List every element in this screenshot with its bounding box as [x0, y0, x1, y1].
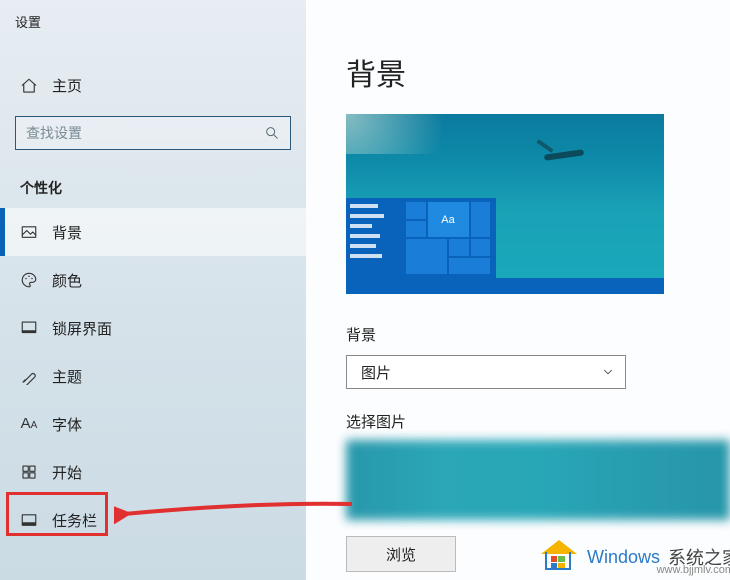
- choose-picture-label: 选择图片: [346, 411, 730, 432]
- background-label: 背景: [346, 324, 730, 345]
- preview-aa-tile: Aa: [428, 202, 469, 237]
- sidebar-item-label: 主题: [52, 366, 82, 387]
- sidebar-item-label: 背景: [52, 222, 82, 243]
- dropdown-value: 图片: [361, 362, 391, 383]
- taskbar-icon: [20, 511, 38, 529]
- home-label: 主页: [52, 75, 82, 96]
- sidebar-item-label: 开始: [52, 462, 82, 483]
- sidebar-item-lockscreen[interactable]: 锁屏界面: [0, 304, 306, 352]
- section-label: 个性化: [20, 178, 306, 198]
- sidebar-item-start[interactable]: 开始: [0, 448, 306, 496]
- sidebar-item-colors[interactable]: 颜色: [0, 256, 306, 304]
- main-pane: 背景 Aa 背景 图片 选择图片 浏览: [306, 0, 730, 580]
- chevron-down-icon: [601, 365, 615, 379]
- home-nav[interactable]: 主页: [0, 65, 306, 106]
- font-icon: AA: [20, 415, 38, 433]
- settings-sidebar: 设置 主页 个性化 背景 颜色 锁屏界面: [0, 0, 306, 580]
- start-icon: [20, 463, 38, 481]
- theme-icon: [20, 367, 38, 385]
- sidebar-item-fonts[interactable]: AA 字体: [0, 400, 306, 448]
- preview-taskbar: Aa: [346, 198, 664, 294]
- sidebar-item-label: 锁屏界面: [52, 318, 112, 339]
- picture-thumbnails[interactable]: [346, 440, 730, 520]
- window-title: 设置: [0, 10, 306, 31]
- background-preview: Aa: [346, 114, 664, 294]
- search-input[interactable]: [26, 125, 264, 141]
- sidebar-item-label: 任务栏: [52, 510, 97, 531]
- sidebar-item-taskbar[interactable]: 任务栏: [0, 496, 306, 544]
- browse-button-label: 浏览: [386, 544, 416, 565]
- watermark-url: www.bjjmlv.com: [657, 564, 730, 576]
- palette-icon: [20, 271, 38, 289]
- sidebar-item-themes[interactable]: 主题: [0, 352, 306, 400]
- browse-button[interactable]: 浏览: [346, 536, 456, 572]
- sidebar-item-label: 颜色: [52, 270, 82, 291]
- home-icon: [20, 77, 38, 95]
- sidebar-item-label: 字体: [52, 414, 82, 435]
- watermark-brand1: Windows: [587, 547, 660, 568]
- page-title: 背景: [346, 50, 730, 94]
- lockscreen-icon: [20, 319, 38, 337]
- watermark-logo-icon: [541, 540, 579, 574]
- search-icon: [264, 125, 280, 141]
- picture-icon: [20, 223, 38, 241]
- search-input-wrap[interactable]: [15, 116, 291, 150]
- watermark: Windows 系统之家 www.bjjmlv.com: [541, 540, 730, 574]
- background-type-dropdown[interactable]: 图片: [346, 355, 626, 389]
- preview-swimmer: [534, 144, 594, 168]
- sidebar-item-background[interactable]: 背景: [0, 208, 306, 256]
